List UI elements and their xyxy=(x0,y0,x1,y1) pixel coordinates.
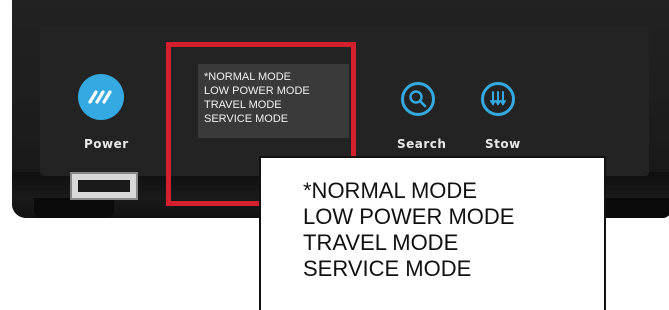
power-label: Power xyxy=(84,137,129,151)
usb-port xyxy=(70,172,138,200)
callout-mode-low-power: LOW POWER MODE xyxy=(303,204,515,229)
stow-button[interactable] xyxy=(481,82,515,116)
search-button[interactable] xyxy=(401,82,435,116)
usb-port-icon xyxy=(78,180,130,192)
stow-arrows-icon xyxy=(490,91,506,106)
magnifier-icon xyxy=(409,90,427,108)
search-label: Search xyxy=(397,137,447,151)
mode-callout-box: *NORMAL MODE LOW POWER MODE TRAVEL MODE … xyxy=(259,156,606,310)
power-logo-icon xyxy=(88,90,112,104)
power-button[interactable] xyxy=(78,74,124,120)
stow-label: Stow xyxy=(485,137,521,151)
callout-mode-normal: *NORMAL MODE xyxy=(303,178,477,203)
callout-mode-service: SERVICE MODE xyxy=(303,256,472,281)
callout-mode-travel: TRAVEL MODE xyxy=(303,230,459,255)
device-foot-left xyxy=(34,198,114,218)
